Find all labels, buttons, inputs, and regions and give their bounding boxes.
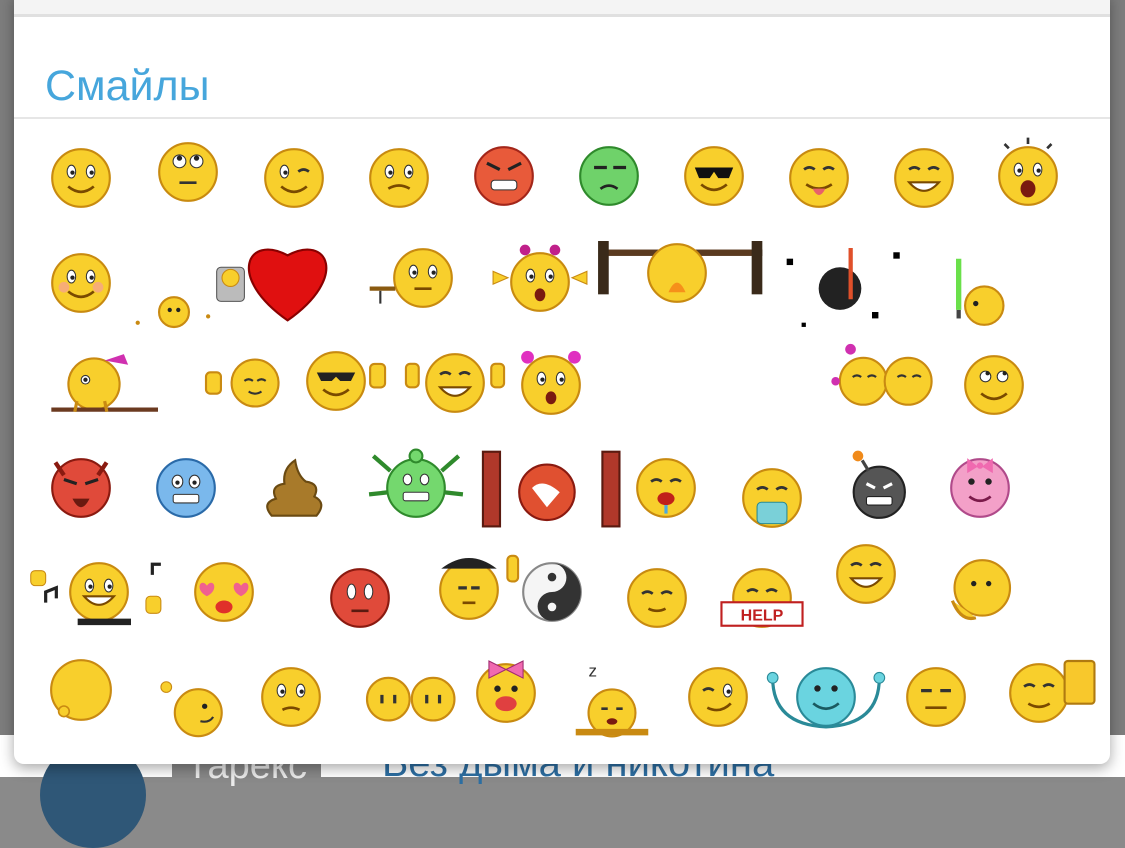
hug-blue-smiley-icon[interactable] — [766, 665, 886, 729]
kissing-pair-smiley-icon[interactable] — [831, 343, 933, 409]
bomb-smiley-icon[interactable] — [843, 450, 907, 520]
crying-smiley-icon[interactable] — [634, 456, 698, 520]
cool-sunglasses-smiley-icon[interactable] — [682, 144, 746, 208]
tongue-smiley-icon[interactable] — [787, 146, 851, 210]
rolling-eyes-smiley-icon[interactable] — [156, 140, 220, 204]
beer-smiley-icon[interactable] — [1007, 659, 1096, 725]
heart-smiley-icon[interactable] — [247, 238, 328, 322]
sleeping-smiley-icon[interactable]: z — [575, 662, 649, 738]
help-sign-smiley-icon[interactable]: HELP — [720, 566, 804, 630]
svg-text:z: z — [589, 662, 598, 681]
wink-smiley-icon[interactable] — [262, 146, 326, 210]
girl-surprised-smiley-icon[interactable] — [519, 350, 583, 417]
smirk-smiley-icon[interactable] — [686, 665, 750, 729]
sick-green-smiley-icon[interactable] — [577, 144, 641, 208]
bow-cowboy-smiley-icon[interactable] — [51, 352, 158, 416]
poop-smiley-icon[interactable] — [261, 456, 325, 520]
sunglasses-thumbs-up-smiley-icon[interactable] — [304, 349, 387, 413]
yin-yang-smiley-icon[interactable] — [520, 560, 584, 624]
red-embarrassed-smiley-icon[interactable] — [328, 566, 392, 630]
smiley-grid: HELP z — [14, 0, 1110, 764]
heart-eyes-smiley-icon[interactable] — [192, 560, 256, 624]
svg-text:HELP: HELP — [741, 607, 784, 624]
waiter-smiley-icon[interactable] — [369, 246, 455, 310]
devil-smiley-icon[interactable] — [49, 456, 113, 520]
tissue-smiley-icon[interactable] — [740, 466, 804, 530]
lightsaber-smiley-icon[interactable] — [948, 258, 1012, 327]
thinking-smiley-icon[interactable] — [946, 558, 1012, 622]
middle-finger-smiley-icon[interactable] — [437, 554, 520, 622]
head-wall-smiley-icon[interactable] — [481, 450, 621, 528]
frozen-smiley-icon[interactable] — [154, 456, 218, 520]
ninja-swords-smiley-icon[interactable] — [786, 248, 900, 327]
blush-smiley-icon[interactable] — [49, 251, 113, 315]
shy-smiley-icon[interactable] — [259, 665, 323, 729]
shocked-smiley-icon[interactable] — [996, 137, 1060, 208]
dancer-ears-smiley-icon[interactable] — [492, 244, 588, 314]
bouncing-smiley-icon[interactable] — [135, 263, 245, 329]
clapping-smiley-icon[interactable] — [365, 665, 456, 729]
pink-pig-smiley-icon[interactable] — [948, 456, 1012, 520]
thumbs-down-smiley-icon[interactable] — [204, 351, 280, 415]
pink-bow-smiley-icon[interactable] — [474, 660, 538, 725]
sideways-smiley-icon[interactable] — [160, 670, 226, 738]
double-thumbs-up-smiley-icon[interactable] — [404, 351, 506, 415]
smile-smiley-icon[interactable] — [49, 146, 113, 210]
rolling-eyes-2-smiley-icon[interactable] — [962, 353, 1026, 417]
happy-face-smiley-icon[interactable] — [834, 542, 898, 606]
big-grin-smiley-icon[interactable] — [892, 146, 956, 210]
neutral-smiley-icon[interactable] — [904, 665, 968, 729]
music-dance-smiley-icon[interactable] — [30, 560, 162, 626]
alien-smiley-icon[interactable] — [368, 448, 464, 520]
barbell-fire-smiley-icon[interactable] — [598, 241, 763, 305]
smileys-modal: Смайлы HELP z — [14, 0, 1110, 764]
scared-smiley-icon[interactable] — [367, 146, 431, 210]
angry-smiley-icon[interactable] — [472, 144, 536, 208]
satisfied-smiley-icon[interactable] — [625, 566, 689, 630]
ball-smiley-icon[interactable] — [49, 658, 113, 722]
